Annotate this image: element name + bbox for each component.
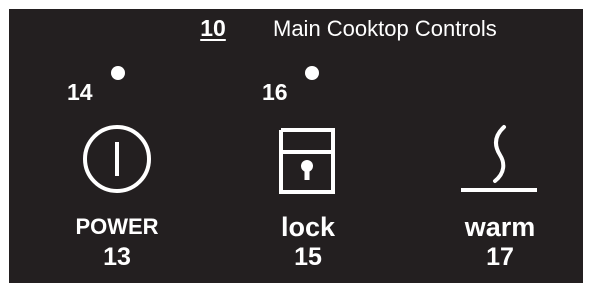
warm-icon[interactable] — [457, 121, 541, 197]
power-icon[interactable] — [81, 123, 153, 195]
indicator-label-power: 14 — [67, 79, 93, 105]
panel-title: Main Cooktop Controls — [273, 16, 497, 41]
panel-reference-number: 10 — [200, 15, 226, 41]
cooktop-control-panel: 10 Main Cooktop Controls 14 16 POWER 13 … — [9, 9, 583, 283]
power-indicator-light — [111, 66, 125, 80]
lock-button-label: lock — [280, 212, 336, 242]
warm-button-label: warm — [464, 212, 536, 242]
warm-button-number: 17 — [486, 243, 514, 271]
lock-indicator-light — [305, 66, 319, 80]
lock-button-number: 15 — [294, 243, 322, 271]
indicator-label-lock: 16 — [262, 79, 288, 105]
power-button-label: POWER — [75, 214, 159, 239]
power-button-number: 13 — [103, 243, 131, 271]
lock-icon[interactable] — [276, 122, 338, 198]
